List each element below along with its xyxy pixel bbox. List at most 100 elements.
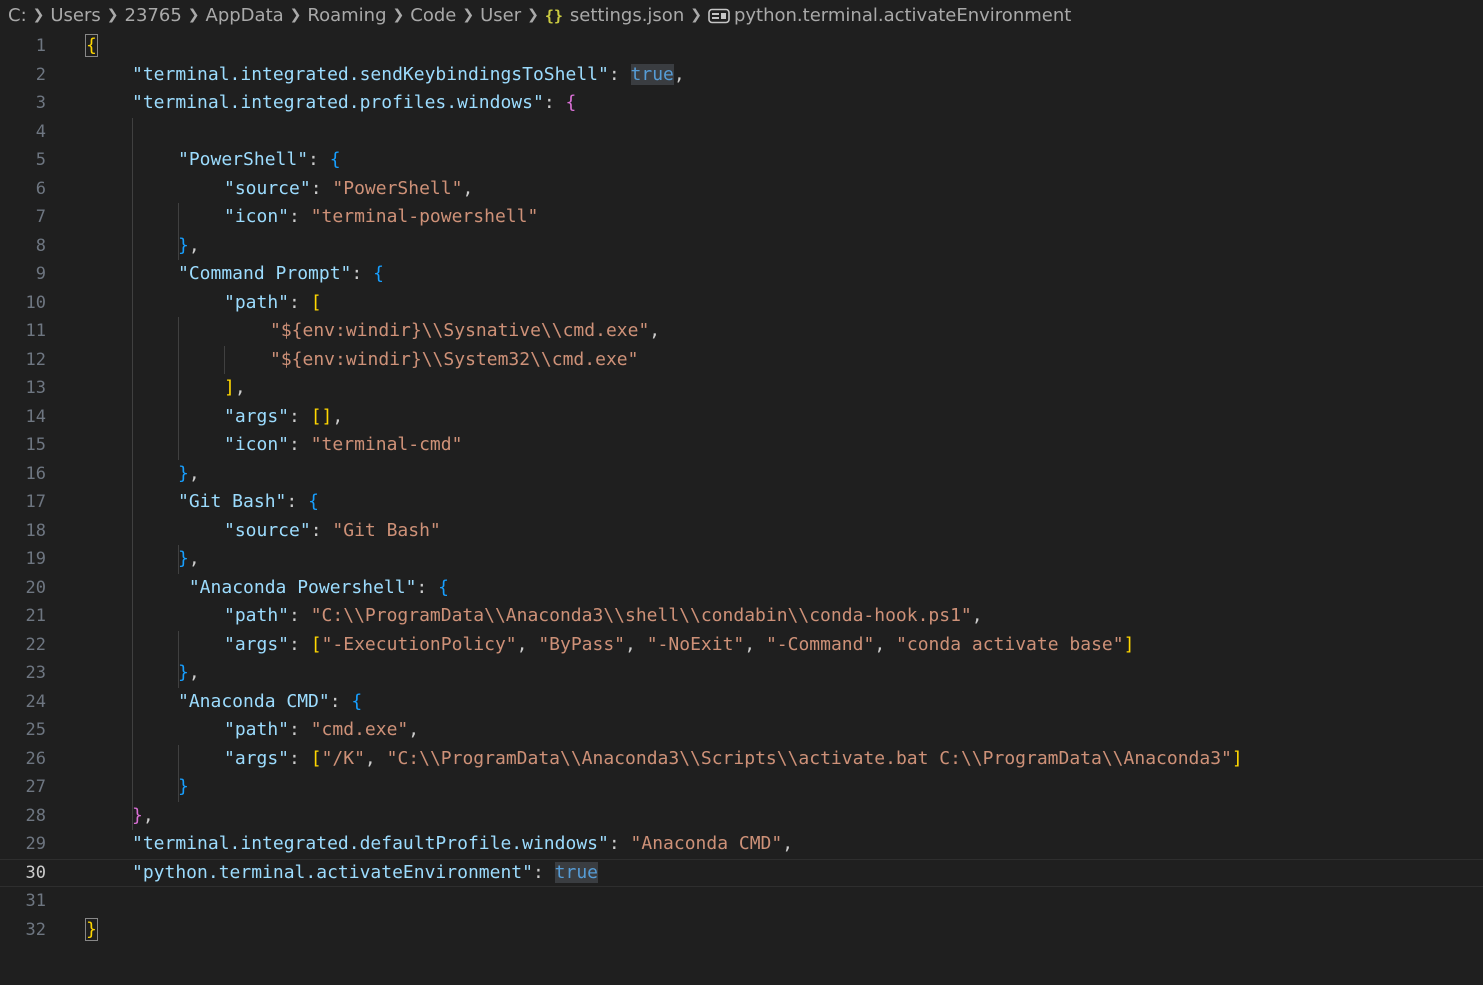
code-line[interactable]: 7 "icon": "terminal-powershell" xyxy=(0,203,1483,232)
code-token: "-ExecutionPolicy" xyxy=(321,633,517,655)
breadcrumb-item-symbol[interactable]: python.terminal.activateEnvironment xyxy=(708,5,1071,26)
line-number: 29 xyxy=(25,834,46,854)
code-text: "path": "C:\\ProgramData\\Anaconda3\\she… xyxy=(224,602,983,631)
code-token: "args" xyxy=(224,747,290,769)
code-line[interactable]: 32} xyxy=(0,916,1483,945)
code-token: "${env:windir}\\System32\\cmd.exe" xyxy=(270,348,639,370)
line-number: 30 xyxy=(25,862,46,883)
breadcrumb-item-roaming[interactable]: Roaming xyxy=(307,5,386,26)
code-text: "args": ["/K", "C:\\ProgramData\\Anacond… xyxy=(224,745,1243,774)
code-line[interactable]: 16}, xyxy=(0,460,1483,489)
code-token: "C:\\ProgramData\\Anaconda3\\shell\\cond… xyxy=(310,605,972,626)
code-line[interactable]: 21 "path": "C:\\ProgramData\\Anaconda3\\s… xyxy=(0,602,1483,631)
line-number: 7 xyxy=(35,207,46,227)
code-line[interactable]: 18 "source": "Git Bash" xyxy=(0,517,1483,546)
code-text: }, xyxy=(178,460,200,489)
code-token: "terminal-cmd" xyxy=(310,434,463,455)
code-line[interactable]: 13], xyxy=(0,374,1483,403)
code-line[interactable]: 9 "Command Prompt": { xyxy=(0,260,1483,289)
code-token: "source" xyxy=(224,519,311,541)
line-number: 17 xyxy=(25,492,46,512)
code-line[interactable]: 23}, xyxy=(0,659,1483,688)
code-token: "PowerShell" xyxy=(332,177,463,199)
code-token: "icon" xyxy=(224,434,290,455)
line-number: 24 xyxy=(25,691,46,712)
breadcrumb-item-appdata[interactable]: AppData xyxy=(206,5,284,26)
code-token: , xyxy=(188,662,200,683)
code-line[interactable]: 12 "${env:windir}\\System32\\cmd.exe" xyxy=(0,346,1483,375)
code-token: : xyxy=(286,491,309,512)
code-token: "PowerShell" xyxy=(178,149,309,170)
code-line[interactable]: 6 "source": "PowerShell", xyxy=(0,175,1483,204)
code-token: : xyxy=(310,519,333,541)
code-line[interactable]: 4 xyxy=(0,118,1483,147)
line-number: 1 xyxy=(35,36,46,56)
code-text: "path": "cmd.exe", xyxy=(224,716,419,745)
code-text: "${env:windir}\\Sysnative\\cmd.exe", xyxy=(270,317,660,346)
code-token: } xyxy=(178,548,189,569)
code-line[interactable]: 29 "terminal.integrated.defaultProfile.wi… xyxy=(0,830,1483,859)
code-token: } xyxy=(178,462,189,484)
line-number: 9 xyxy=(35,264,46,284)
code-token: , xyxy=(649,320,661,341)
code-token: "terminal.integrated.sendKeybindingsToSh… xyxy=(132,63,609,85)
code-line[interactable]: 5 "PowerShell": { xyxy=(0,146,1483,175)
code-line[interactable]: 30 "python.terminal.activateEnvironment":… xyxy=(0,859,1483,888)
code-line[interactable]: 11 "${env:windir}\\Sysnative\\cmd.exe", xyxy=(0,317,1483,346)
code-token: : xyxy=(289,605,311,626)
code-line[interactable]: 24 "Anaconda CMD": { xyxy=(0,688,1483,717)
code-token: { xyxy=(565,92,577,113)
code-text: "python.terminal.activateEnvironment": t… xyxy=(132,859,599,888)
code-token: "C:\\ProgramData\\Anaconda3\\Scripts\\ac… xyxy=(386,747,1232,769)
code-token: ] xyxy=(1231,747,1243,769)
breadcrumb-item-drive[interactable]: C: xyxy=(8,5,27,26)
code-text: "Anaconda CMD": { xyxy=(178,688,362,717)
line-number: 19 xyxy=(25,549,46,569)
code-line[interactable]: 1{ xyxy=(0,32,1483,61)
code-token: { xyxy=(308,491,319,512)
code-line[interactable]: 26 "args": ["/K", "C:\\ProgramData\\Anaco… xyxy=(0,745,1483,774)
code-token: : xyxy=(532,861,555,883)
code-token: , xyxy=(462,177,474,199)
code-line[interactable]: 20 "Anaconda Powershell": { xyxy=(0,574,1483,603)
code-line[interactable]: 31 xyxy=(0,887,1483,916)
chevron-right-icon: ❯ xyxy=(289,7,302,23)
code-line[interactable]: 8}, xyxy=(0,232,1483,261)
code-token: : xyxy=(289,719,311,740)
code-line[interactable]: 25 "path": "cmd.exe", xyxy=(0,716,1483,745)
code-line[interactable]: 17 "Git Bash": { xyxy=(0,488,1483,517)
breadcrumb-item-user-folder[interactable]: 23765 xyxy=(125,5,182,26)
code-line[interactable]: 10 "path": [ xyxy=(0,289,1483,318)
code-token: ] xyxy=(224,377,235,398)
line-number: 3 xyxy=(35,93,46,113)
code-token: "Anaconda CMD" xyxy=(178,690,330,712)
breadcrumb-item-users[interactable]: Users xyxy=(50,5,100,26)
code-text: "terminal.integrated.defaultProfile.wind… xyxy=(132,830,793,859)
line-number: 27 xyxy=(25,777,46,797)
code-line[interactable]: 28}, xyxy=(0,802,1483,831)
code-text: }, xyxy=(178,232,200,261)
line-number: 20 xyxy=(25,577,46,598)
breadcrumb-item-file[interactable]: {} settings.json xyxy=(545,5,684,26)
code-line[interactable]: 19}, xyxy=(0,545,1483,574)
breadcrumb-item-user[interactable]: User xyxy=(480,5,521,26)
code-line[interactable]: 15 "icon": "terminal-cmd" xyxy=(0,431,1483,460)
code-token: "args" xyxy=(224,405,290,427)
breadcrumb-item-code[interactable]: Code xyxy=(410,5,456,26)
code-editor[interactable]: 1{2 "terminal.integrated.sendKeybindingsT… xyxy=(0,32,1483,944)
code-line[interactable]: 2 "terminal.integrated.sendKeybindingsToS… xyxy=(0,61,1483,90)
line-number: 15 xyxy=(25,435,46,455)
code-token: , xyxy=(142,804,154,826)
chevron-right-icon: ❯ xyxy=(187,7,200,23)
code-token: "icon" xyxy=(224,206,290,227)
code-line[interactable]: 3 "terminal.integrated.profiles.windows":… xyxy=(0,89,1483,118)
code-text: }, xyxy=(132,802,154,831)
code-token: : xyxy=(289,206,311,227)
code-token: : xyxy=(289,633,311,655)
code-line[interactable]: 27} xyxy=(0,773,1483,802)
line-number: 26 xyxy=(25,748,46,769)
line-number: 25 xyxy=(25,720,46,740)
code-line[interactable]: 22 "args": ["-ExecutionPolicy", "ByPass",… xyxy=(0,631,1483,660)
code-line[interactable]: 14 "args": [], xyxy=(0,403,1483,432)
code-text: } xyxy=(85,916,98,945)
